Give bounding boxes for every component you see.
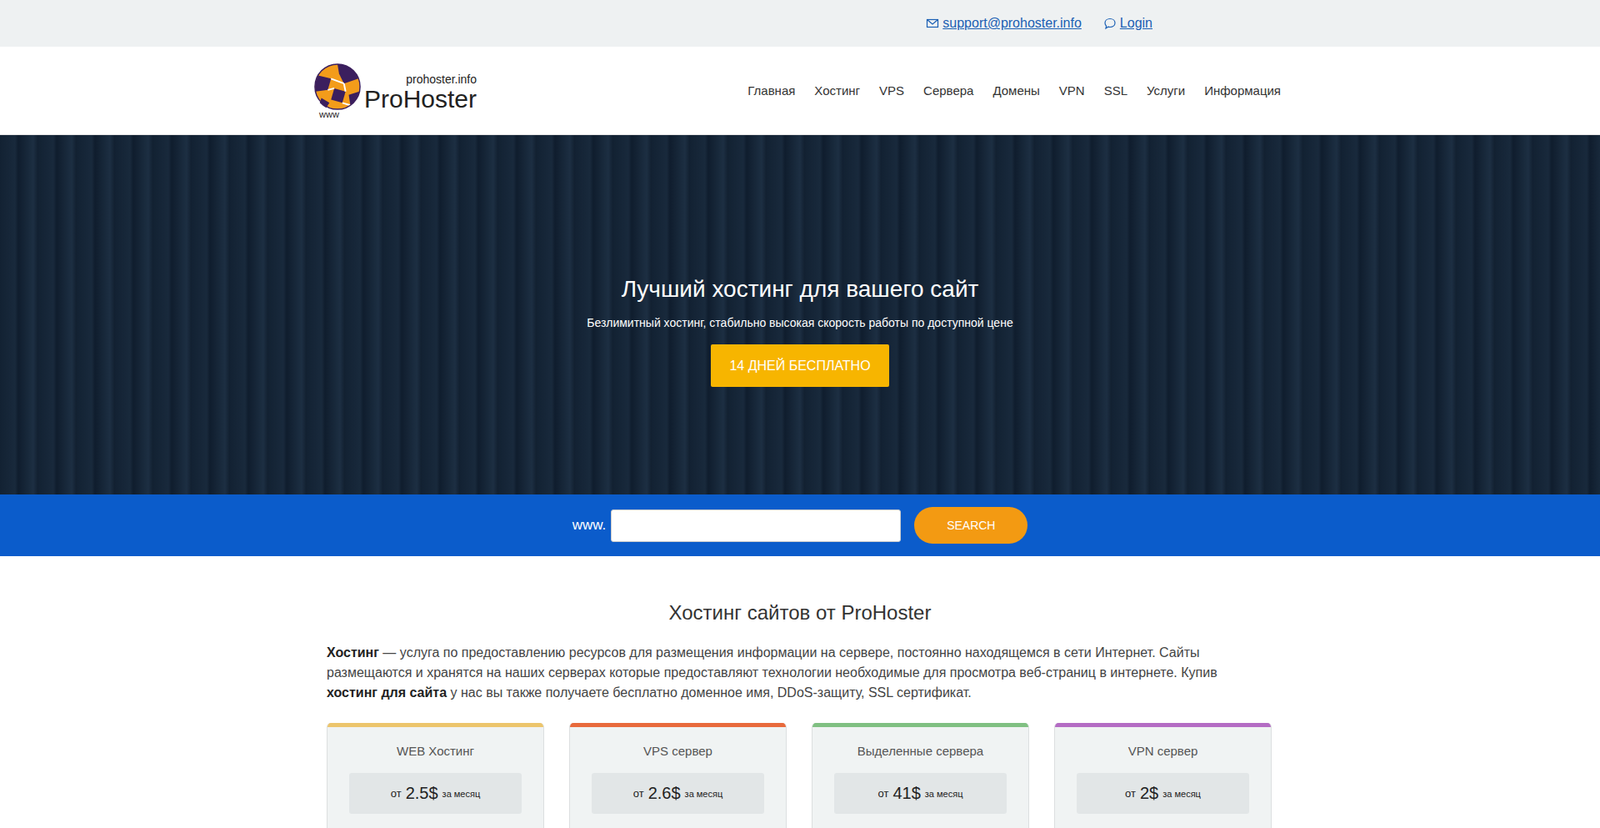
- price-period: за месяц: [1162, 788, 1201, 799]
- hero-subtitle: Безлимитный хостинг, стабильно высокая с…: [586, 315, 1013, 330]
- header: www prohoster.infoProHoster Главная Хостинг…: [0, 46, 1600, 135]
- plan-name: WEB Хостинг: [327, 743, 544, 758]
- plan-card[interactable]: WEB Хостинг от2.5$за месяц: [326, 722, 545, 828]
- search-button[interactable]: SEARCH: [914, 506, 1028, 544]
- price-from: от: [633, 786, 645, 800]
- domain-input[interactable]: [610, 509, 901, 542]
- intro-section: Хостинг сайтов от ProHoster Хостинг — усл…: [312, 555, 1288, 828]
- plan-price: от41$ за месяц: [834, 772, 1007, 814]
- bold-term: Хостинг: [326, 645, 380, 660]
- plan-color-strip: [327, 722, 544, 727]
- price-value: 2$: [1140, 783, 1159, 803]
- plan-price: от2.6$ за месяц: [591, 772, 765, 814]
- globe-logo-icon: [313, 62, 362, 111]
- price-value: 2.6$: [648, 783, 681, 803]
- login-text[interactable]: Login: [1120, 15, 1153, 31]
- price-from: от: [878, 786, 890, 800]
- logo-domain: prohoster.info: [405, 72, 477, 86]
- nav-item[interactable]: Услуги: [1146, 83, 1185, 98]
- logo-name: ProHoster: [364, 85, 477, 113]
- main-nav: Главная Хостинг VPS Сервера Домены VPN SSL Услу…: [747, 83, 1288, 98]
- email-link[interactable]: support@prohoster.info: [925, 15, 1082, 31]
- hero-banner: Лучший хостинг для вашего сайт Безлимитны…: [0, 135, 1600, 495]
- plan-color-strip: [570, 722, 786, 727]
- nav-item[interactable]: VPS: [879, 83, 905, 98]
- envelope-icon: [925, 16, 940, 30]
- email-text[interactable]: support@prohoster.info: [942, 15, 1082, 31]
- top-bar: support@prohoster.info Login: [0, 0, 1600, 47]
- plan-card[interactable]: VPS сервер от2.6$ за месяц: [569, 722, 787, 828]
- text-segment: — услуга по предоставлению ресурсов для …: [326, 645, 1218, 680]
- plan-cards: WEB Хостингот2.5$за месяцVPS серверот2.6…: [312, 722, 1288, 828]
- intro-title: Хостинг сайтов от ProHoster: [312, 600, 1288, 625]
- plan-name: VPN сервер: [1055, 743, 1271, 758]
- price-period: за месяц: [685, 788, 724, 799]
- price-value: 2.5$: [405, 783, 439, 803]
- price-value: 41$: [892, 783, 920, 803]
- header-inner: www prohoster.infoProHoster Главная Хостинг…: [312, 62, 1288, 120]
- login-link[interactable]: Login: [1103, 15, 1153, 31]
- plan-price: от 2$за месяц: [1076, 772, 1250, 814]
- intro-paragraph: Хостинг — услуга по предоставлению ресур…: [312, 642, 1288, 703]
- nav-item[interactable]: VPN: [1059, 83, 1085, 98]
- price-from: от: [390, 786, 402, 800]
- price-period: за месяц: [442, 788, 481, 799]
- free-trial-button[interactable]: 14 ДНЕЙ БЕСПЛАТНО: [710, 344, 889, 387]
- plan-card[interactable]: Выделенные сервера от41$ за месяц: [811, 722, 1030, 828]
- chat-icon: [1103, 16, 1117, 30]
- price-from: от: [1125, 786, 1136, 800]
- plan-name: Выделенные сервера: [812, 743, 1029, 758]
- logo-mark: www: [312, 62, 363, 120]
- bold-term: хостинг для сайта: [326, 685, 447, 700]
- nav-item[interactable]: Информация: [1204, 83, 1281, 98]
- logo[interactable]: www prohoster.infoProHoster: [312, 62, 477, 120]
- plan-color-strip: [812, 722, 1029, 727]
- price-period: за месяц: [925, 788, 964, 799]
- nav-item[interactable]: Сервера: [923, 83, 974, 98]
- hero-title: Лучший хостинг для вашего сайт: [621, 275, 980, 303]
- plan-price: от2.5$за месяц: [349, 772, 522, 814]
- top-bar-inner: support@prohoster.info Login: [312, 15, 1288, 31]
- logo-www: www: [312, 109, 340, 120]
- nav-item[interactable]: Главная: [747, 83, 795, 98]
- plan-color-strip: [1055, 722, 1271, 727]
- nav-item[interactable]: Хостинг: [814, 83, 860, 98]
- plan-name: VPS сервер: [570, 743, 786, 758]
- plan-card[interactable]: VPN сервер от 2$за месяц: [1054, 722, 1272, 828]
- domain-search-bar: www. SEARCH: [0, 494, 1600, 556]
- nav-item[interactable]: Домены: [992, 83, 1040, 98]
- logo-text: prohoster.infoProHoster: [364, 72, 477, 120]
- text-segment: у нас вы также получаете бесплатно домен…: [446, 685, 972, 700]
- www-prefix: www.: [572, 516, 607, 534]
- nav-item[interactable]: SSL: [1104, 83, 1128, 98]
